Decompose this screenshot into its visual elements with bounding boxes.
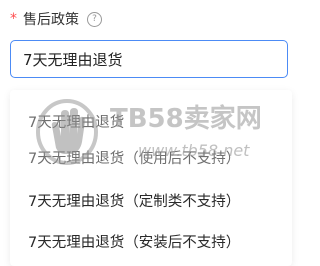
watermark-url: www.tb58.net [138,141,250,160]
field-label: 售后政策 [23,12,79,28]
dropdown-option[interactable]: 7天无理由退货（定制类不支持） [28,187,240,213]
selected-value: 7天无理由退货 [23,50,123,69]
field-label-row: * 售后政策 ? [10,8,102,30]
help-icon[interactable]: ? [87,11,102,27]
watermark-hand-logo [36,99,98,165]
help-icon-glyph: ? [92,13,97,24]
required-mark: * [10,11,17,27]
after-sales-policy-select[interactable]: 7天无理由退货 [10,40,288,78]
dropdown-option[interactable]: 7天无理由退货（安装后不支持） [28,228,240,254]
watermark-brand: TB58卖家网 [110,104,262,134]
